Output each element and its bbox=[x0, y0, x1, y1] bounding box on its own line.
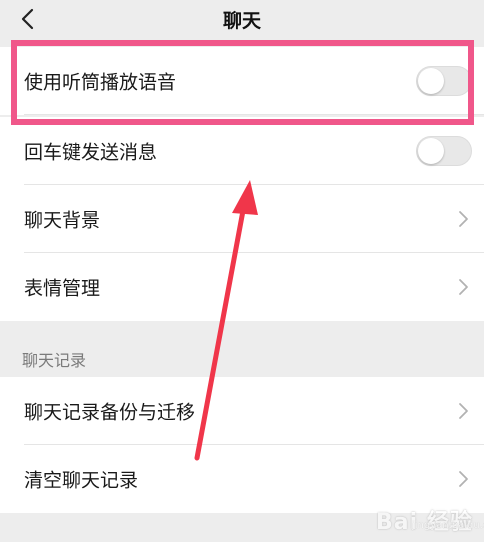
watermark-subtext: jingyan.baidu.com bbox=[412, 520, 484, 531]
chevron-right-icon bbox=[459, 279, 468, 295]
setting-earpiece-voice[interactable]: 使用听筒播放语音 bbox=[0, 47, 484, 115]
chevron-right-icon bbox=[459, 403, 468, 419]
setting-label: 回车键发送消息 bbox=[24, 141, 158, 164]
toggle-knob bbox=[418, 68, 444, 94]
setting-label: 使用听筒播放语音 bbox=[24, 71, 177, 94]
setting-sticker-manage[interactable]: 表情管理 bbox=[0, 253, 484, 321]
setting-backup-migrate[interactable]: 聊天记录备份与迁移 bbox=[0, 377, 484, 445]
setting-label: 清空聊天记录 bbox=[24, 469, 139, 492]
section-title: 聊天记录 bbox=[22, 351, 87, 370]
setting-label: 聊天记录备份与迁移 bbox=[24, 401, 196, 424]
setting-label: 表情管理 bbox=[24, 277, 101, 300]
earpiece-voice-toggle[interactable] bbox=[416, 66, 472, 96]
setting-enter-send[interactable]: 回车键发送消息 bbox=[0, 117, 484, 185]
divider bbox=[24, 114, 484, 115]
setting-chat-background[interactable]: 聊天背景 bbox=[0, 185, 484, 253]
chevron-right-icon bbox=[459, 211, 468, 227]
enter-send-toggle[interactable] bbox=[416, 136, 472, 166]
nav-bar: 聊天 bbox=[0, 0, 484, 42]
setting-label: 聊天背景 bbox=[24, 209, 101, 232]
page-title: 聊天 bbox=[222, 10, 261, 32]
baidu-jingyan-watermark: Bai 经验 jingyan.baidu.com bbox=[366, 486, 484, 536]
toggle-knob bbox=[418, 138, 444, 164]
